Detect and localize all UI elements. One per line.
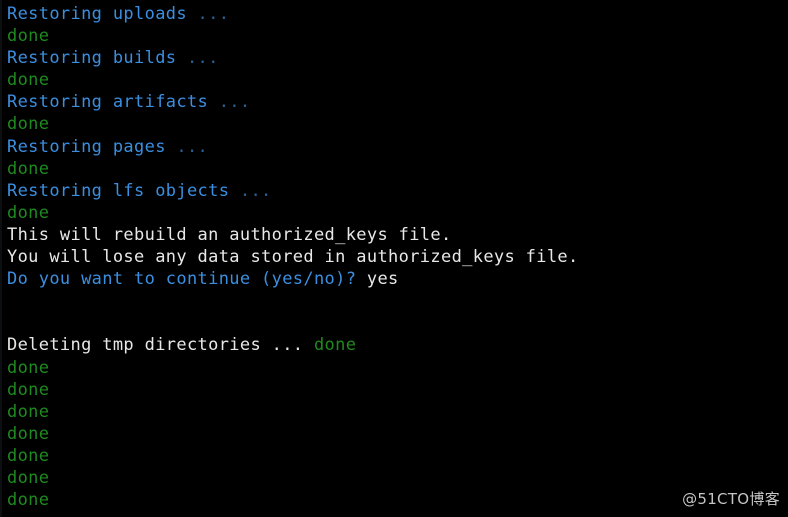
- terminal-text-segment: done: [7, 467, 50, 488]
- watermark-label: @51CTO博客: [682, 490, 780, 508]
- terminal-line: You will lose any data stored in authori…: [7, 246, 788, 268]
- terminal-line: done: [7, 401, 788, 423]
- terminal-text-segment: You will lose any data stored in authori…: [7, 247, 579, 268]
- terminal-text-segment: ...: [218, 92, 251, 113]
- terminal-text-segment: Restoring lfs objects: [7, 180, 240, 201]
- terminal-text-segment: ...: [176, 136, 209, 157]
- terminal-line: done: [7, 379, 788, 401]
- terminal-text-segment: done: [7, 202, 50, 223]
- terminal-line: This will rebuild an authorized_keys fil…: [7, 224, 788, 246]
- terminal-line: Restoring lfs objects ...: [7, 180, 788, 202]
- terminal-line: done: [7, 423, 788, 445]
- terminal-line: done: [7, 467, 788, 489]
- terminal-line: done: [7, 69, 788, 91]
- terminal-line: done: [7, 25, 788, 47]
- terminal-line: done: [7, 202, 788, 224]
- terminal-text-segment: Restoring artifacts: [7, 92, 219, 113]
- terminal-text-segment: Restoring builds: [7, 48, 187, 69]
- terminal-line: done: [7, 445, 788, 467]
- terminal-text-segment: done: [7, 423, 50, 444]
- terminal-text-segment: done: [7, 490, 50, 511]
- terminal-text-segment: This will rebuild an authorized_keys fil…: [7, 224, 452, 245]
- terminal-text-segment: done: [7, 114, 50, 135]
- terminal-line: Restoring artifacts ...: [7, 91, 788, 113]
- terminal-text-segment: Deleting tmp directories: [7, 335, 272, 356]
- terminal-line: done: [7, 357, 788, 379]
- terminal-text-segment: done: [7, 445, 50, 466]
- terminal-text-segment: yes: [366, 269, 399, 290]
- terminal-line: Restoring builds ...: [7, 47, 788, 69]
- terminal-window[interactable]: Restoring uploads ... done Restoring build…: [0, 0, 788, 517]
- terminal-line: Deleting tmp directories ... done: [7, 334, 788, 356]
- terminal-text-segment: done: [7, 379, 50, 400]
- terminal-text-segment: done: [7, 357, 50, 378]
- terminal-text-segment: Do you want to continue (yes/no)?: [7, 269, 367, 290]
- terminal-text-segment: done: [7, 70, 50, 91]
- terminal-text-segment: ...: [239, 180, 272, 201]
- terminal-text-segment: ...: [197, 4, 230, 24]
- terminal-text-segment: ...: [186, 48, 219, 69]
- terminal-text-segment: done: [7, 401, 50, 422]
- terminal-line: done: [7, 489, 788, 511]
- terminal-text-segment: done: [7, 158, 50, 179]
- terminal-line: Restoring pages ...: [7, 136, 788, 158]
- terminal-text-segment: Restoring uploads: [7, 4, 198, 24]
- terminal-text-segment: ...: [271, 335, 314, 356]
- terminal-line: done: [7, 113, 788, 135]
- terminal-line: Restoring uploads ...: [7, 3, 788, 25]
- terminal-text-segment: done: [313, 335, 357, 356]
- terminal-text-segment: Restoring pages: [7, 136, 177, 157]
- terminal-output: Restoring uploads ... done Restoring build…: [7, 3, 788, 511]
- terminal-line: done: [7, 158, 788, 180]
- terminal-text-segment: done: [7, 26, 50, 47]
- terminal-line: Do you want to continue (yes/no)? yes: [7, 268, 788, 290]
